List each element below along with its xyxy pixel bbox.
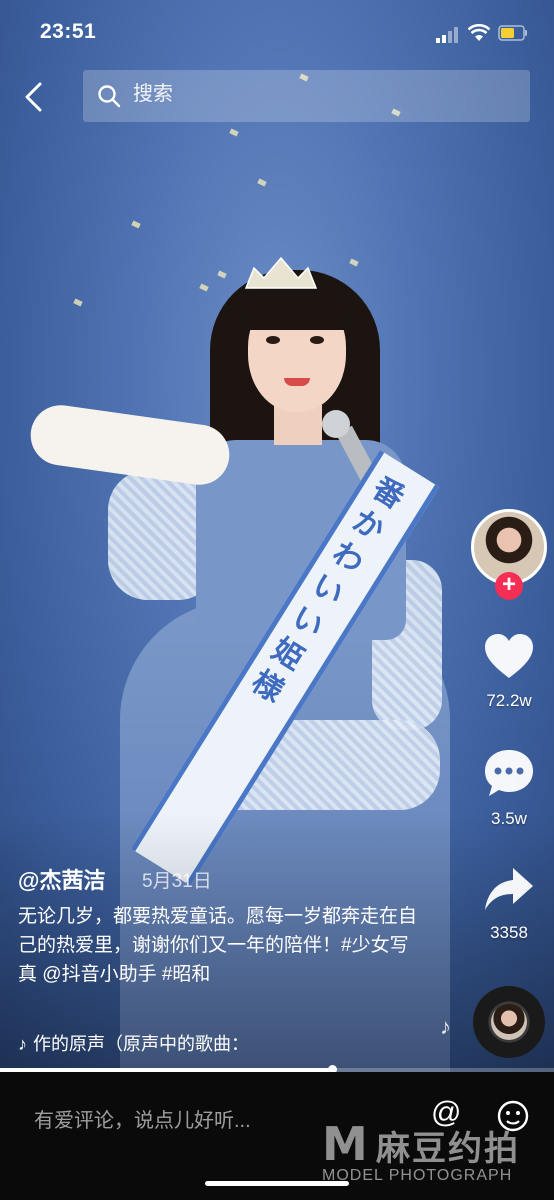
video-screen: 番かわいい姫様 23:51 搜索 + 72.2w 3.5w 3358 ♪ @杰茜…	[0, 0, 554, 1200]
confetti	[217, 270, 227, 279]
tiara-icon	[244, 256, 318, 289]
tiktok-icon: ♪	[18, 1034, 27, 1054]
eye	[310, 336, 324, 344]
author-avatar-button[interactable]: +	[471, 509, 547, 600]
music-disc-button[interactable]	[473, 986, 545, 1058]
post-date: 5月31日	[142, 871, 212, 892]
watermark-logo: M 麻豆约拍 MODEL PHOTOGRAPH	[318, 1117, 548, 1187]
heart-icon	[485, 634, 533, 678]
confetti	[257, 178, 267, 187]
confetti	[199, 283, 209, 292]
battery-icon	[498, 25, 527, 41]
share-button[interactable]: 3358	[469, 866, 549, 943]
back-icon[interactable]	[18, 80, 52, 114]
music-cover	[491, 1004, 527, 1040]
music-title: 作的原声（原声中的歌曲：	[33, 1034, 249, 1054]
confetti	[131, 220, 141, 229]
watermark-brand-en: MODEL PHOTOGRAPH	[322, 1167, 513, 1184]
status-time: 23:51	[40, 20, 97, 43]
share-count: 3358	[490, 923, 528, 942]
eye	[266, 336, 280, 344]
music-note-icon: ♪	[440, 1014, 451, 1039]
confetti	[349, 258, 359, 267]
comment-button[interactable]: 3.5w	[469, 748, 549, 829]
cellular-signal-icon	[436, 27, 458, 43]
like-button[interactable]: 72.2w	[469, 632, 549, 711]
microphone-icon	[322, 410, 350, 438]
wifi-icon	[468, 24, 490, 41]
comment-icon	[485, 750, 533, 796]
confetti	[229, 128, 239, 137]
music-row[interactable]: ♪ 作的原声（原声中的歌曲：	[18, 1030, 249, 1056]
share-icon	[485, 868, 533, 910]
home-indicator[interactable]	[205, 1181, 349, 1186]
watermark-m-icon: M	[322, 1117, 368, 1171]
status-bar: 23:51	[0, 0, 554, 60]
search-input[interactable]	[133, 83, 493, 106]
watermark-brand-cn: 麻豆约拍	[376, 1129, 520, 1169]
author-name[interactable]: @杰茜洁	[18, 863, 105, 895]
lips	[284, 378, 310, 386]
like-count: 72.2w	[486, 691, 532, 710]
search-bar[interactable]	[83, 70, 530, 122]
search-icon	[98, 85, 121, 108]
video-caption: 无论几岁，都要热爱童话。愿每一岁都奔走在自己的热爱里，谢谢你们又一年的陪伴！#少…	[18, 906, 418, 985]
comment-count: 3.5w	[491, 809, 527, 828]
confetti	[73, 298, 83, 307]
comment-input[interactable]: 有爱评论，说点儿好听...	[34, 1104, 251, 1133]
follow-plus-icon[interactable]: +	[495, 572, 523, 600]
